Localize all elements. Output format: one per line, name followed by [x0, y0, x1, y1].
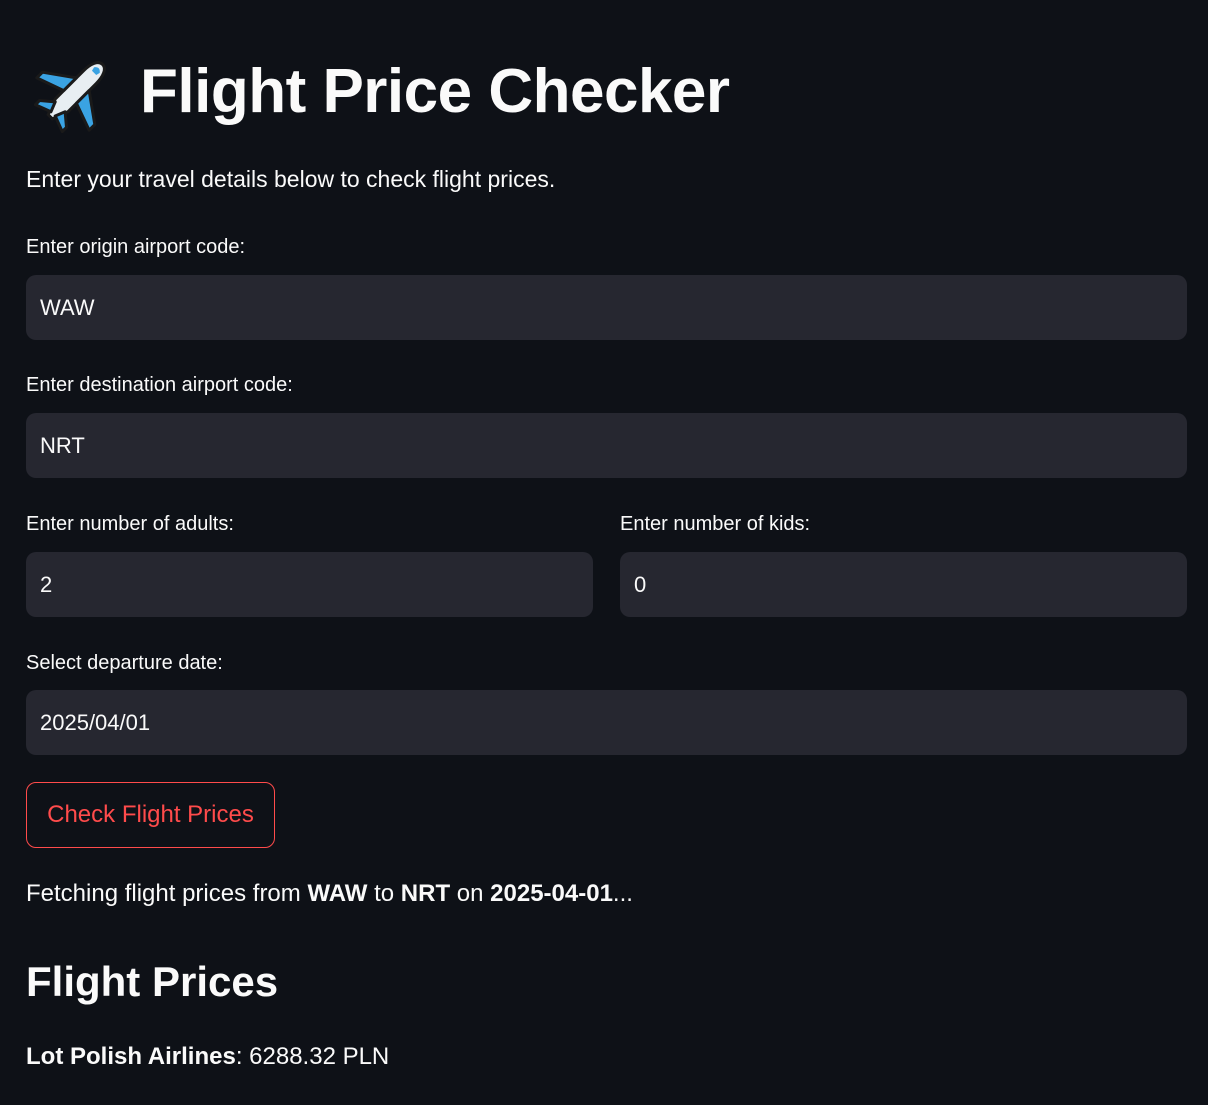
- destination-input[interactable]: [26, 413, 1187, 478]
- date-label: Select departure date:: [26, 652, 223, 674]
- check-flight-prices-button[interactable]: Check Flight Prices: [26, 782, 275, 848]
- fetch-prefix: Fetching flight prices from: [26, 880, 308, 907]
- fetch-on: on: [450, 880, 491, 907]
- kids-label: Enter number of kids:: [620, 513, 811, 535]
- price-value: 6288.32 PLN: [249, 1043, 390, 1070]
- fetch-date: 2025-04-01: [490, 880, 613, 907]
- departure-date-input[interactable]: [26, 690, 1187, 755]
- page-header: Flight Price Checker: [33, 50, 730, 134]
- intro-text: Enter your travel details below to check…: [26, 166, 556, 192]
- adults-label: Enter number of adults:: [26, 513, 234, 535]
- origin-input[interactable]: [26, 275, 1187, 340]
- airline-name: Lot Polish Airlines: [26, 1043, 236, 1070]
- kids-input[interactable]: [620, 552, 1187, 617]
- fetch-origin: WAW: [307, 880, 368, 907]
- fetch-to: to: [367, 880, 401, 907]
- price-separator: :: [235, 1043, 250, 1070]
- destination-label: Enter destination airport code:: [26, 374, 293, 396]
- price-result-row: Lot Polish Airlines: 6288.32 PLN: [26, 1043, 389, 1071]
- adults-input[interactable]: [26, 552, 593, 617]
- origin-label: Enter origin airport code:: [26, 236, 246, 258]
- page-title: Flight Price Checker: [140, 57, 730, 126]
- results-heading: Flight Prices: [26, 958, 279, 1005]
- airplane-icon: [33, 51, 116, 134]
- fetch-destination: NRT: [400, 880, 451, 907]
- fetch-suffix: ...: [612, 880, 633, 907]
- fetch-status: Fetching flight prices from WAW to NRT o…: [26, 880, 633, 908]
